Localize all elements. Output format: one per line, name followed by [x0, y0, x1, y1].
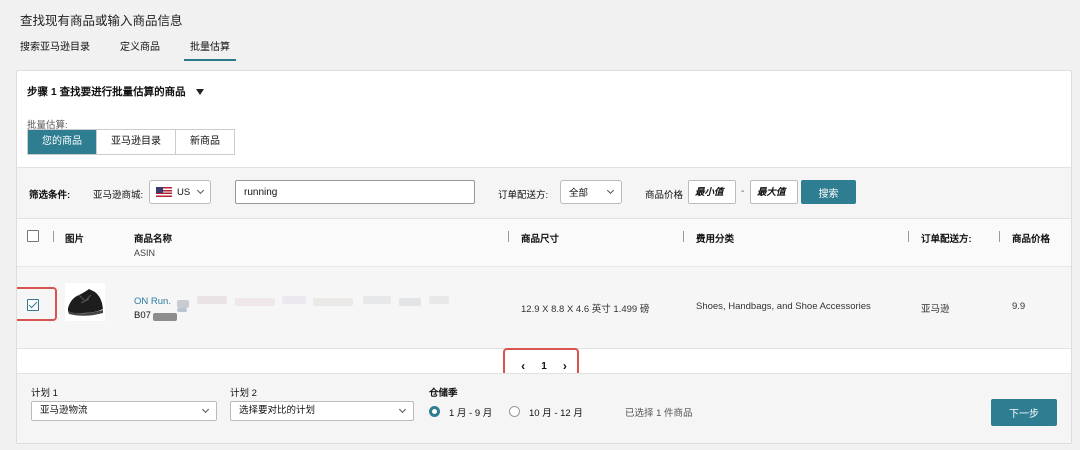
- tab-bulk-estimate[interactable]: 批量估算: [184, 38, 236, 61]
- season-radio-oct-dec[interactable]: [509, 406, 520, 417]
- next-step-button[interactable]: 下一步: [991, 399, 1057, 426]
- redacted-text: [177, 300, 189, 308]
- redacted-text: [399, 298, 421, 306]
- prev-page-icon[interactable]: ‹: [521, 360, 525, 372]
- column-divider: [908, 231, 909, 242]
- product-dimensions: 12.9 X 8.8 X 4.6 英寸 1.499 磅: [521, 304, 650, 315]
- table-header: 图片 商品名称 ASIN 商品尺寸 费用分类 订单配送方: 商品价格: [17, 219, 1071, 267]
- fulfillment-label: 订单配送方:: [498, 190, 549, 201]
- col-name: 商品名称 ASIN: [134, 231, 172, 258]
- source-segmented-control: 您的商品 亚马逊目录 新商品: [27, 129, 235, 155]
- col-fulfillment: 订单配送方:: [921, 234, 972, 245]
- price-range-dash: -: [741, 186, 745, 197]
- plan1-value: 亚马逊物流: [40, 405, 88, 416]
- product-price: 9.9: [1012, 301, 1026, 312]
- plan2-value: 选择要对比的计划: [239, 405, 316, 416]
- fulfillment-select[interactable]: 全部: [560, 180, 622, 204]
- product-asin: B07: [134, 310, 151, 321]
- next-page-icon[interactable]: ›: [563, 360, 567, 372]
- redacted-text: [153, 313, 177, 321]
- column-divider: [683, 231, 684, 242]
- segment-amazon-catalog[interactable]: 亚马逊目录: [97, 130, 176, 154]
- column-divider: [53, 231, 54, 242]
- segment-your-products[interactable]: 您的商品: [28, 130, 97, 154]
- product-name-link[interactable]: ON Run.: [134, 296, 171, 307]
- bulk-estimate-card: 步骤 1 查找要进行批量估算的商品 批量估算: 您的商品 亚马逊目录 新商品 筛…: [16, 70, 1072, 444]
- plan2-select[interactable]: 选择要对比的计划: [230, 401, 414, 421]
- chevron-down-icon: [606, 186, 615, 195]
- filter-bar: 筛选条件: 亚马逊商城: US 订单配送方: 全部 商品价格 - 搜索: [17, 167, 1071, 219]
- max-price-input[interactable]: [750, 180, 798, 204]
- redacted-text: [177, 308, 187, 312]
- chevron-down-icon: [197, 186, 205, 195]
- collapse-triangle-icon[interactable]: [195, 88, 204, 95]
- season-label-oct-dec[interactable]: 10 月 - 12 月: [529, 405, 583, 419]
- plan1-select[interactable]: 亚马逊物流: [31, 401, 217, 421]
- marketplace-label: 亚马逊商城:: [93, 190, 144, 201]
- storage-season-label: 仓储季: [429, 388, 458, 399]
- tab-search-catalog[interactable]: 搜索亚马逊目录: [20, 38, 90, 61]
- column-divider: [999, 231, 1000, 242]
- redacted-text: [363, 296, 391, 304]
- selected-count: 已选择 1 件商品: [625, 408, 693, 419]
- step-title: 步骤 1 查找要进行批量估算的商品: [27, 86, 186, 98]
- product-fee-category: Shoes, Handbags, and Shoe Accessories: [696, 301, 871, 312]
- col-asin-label: ASIN: [134, 248, 156, 258]
- select-all-checkbox[interactable]: [27, 230, 39, 242]
- column-divider: [508, 231, 509, 242]
- page-title: 查找现有商品或输入商品信息: [20, 14, 183, 28]
- col-image: 图片: [65, 234, 85, 245]
- marketplace-select[interactable]: US: [149, 180, 211, 204]
- filter-label: 筛选条件:: [29, 190, 71, 201]
- segment-new-product[interactable]: 新商品: [176, 130, 234, 154]
- page-header: 查找现有商品或输入商品信息 搜索亚马逊目录 定义商品 批量估算: [0, 0, 1080, 62]
- plan2-label: 计划 2: [230, 388, 257, 399]
- col-price: 商品价格: [1012, 234, 1051, 245]
- col-name-label: 商品名称: [134, 234, 173, 245]
- season-radio-jan-sep[interactable]: [429, 406, 440, 417]
- plan1-label: 计划 1: [31, 388, 58, 399]
- redacted-text: [313, 298, 353, 306]
- season-label-jan-sep[interactable]: 1 月 - 9 月: [449, 405, 492, 419]
- tab-define-product[interactable]: 定义商品: [120, 38, 160, 61]
- table-row: ON Run. B07 12.9 X 8.8 X 4.6 英寸 1.499 磅 …: [17, 267, 1071, 349]
- current-page[interactable]: 1: [541, 361, 547, 372]
- row-checkbox[interactable]: [27, 299, 39, 311]
- price-label: 商品价格: [645, 190, 684, 201]
- min-price-input[interactable]: [688, 180, 736, 204]
- redacted-text: [429, 296, 449, 304]
- redacted-text: [235, 298, 275, 306]
- us-flag-icon: [156, 187, 172, 197]
- redacted-text: [197, 296, 227, 304]
- col-fee-category: 费用分类: [696, 234, 735, 245]
- plan-footer: 计划 1 亚马逊物流 计划 2 选择要对比的计划 仓储季 1 月 - 9 月 1…: [17, 373, 1071, 443]
- product-thumbnail-shoe[interactable]: [65, 283, 105, 321]
- chevron-down-icon: [201, 405, 210, 414]
- fulfillment-value: 全部: [569, 188, 589, 199]
- marketplace-value: US: [177, 186, 191, 198]
- redacted-text: [282, 296, 306, 304]
- product-fulfillment: 亚马逊: [921, 304, 950, 315]
- search-button[interactable]: 搜索: [801, 180, 856, 204]
- search-input[interactable]: [235, 180, 475, 204]
- col-dimensions: 商品尺寸: [521, 234, 560, 245]
- tab-bar: 搜索亚马逊目录 定义商品 批量估算: [20, 38, 266, 61]
- chevron-down-icon: [398, 405, 407, 414]
- step-header[interactable]: 步骤 1 查找要进行批量估算的商品: [27, 84, 204, 99]
